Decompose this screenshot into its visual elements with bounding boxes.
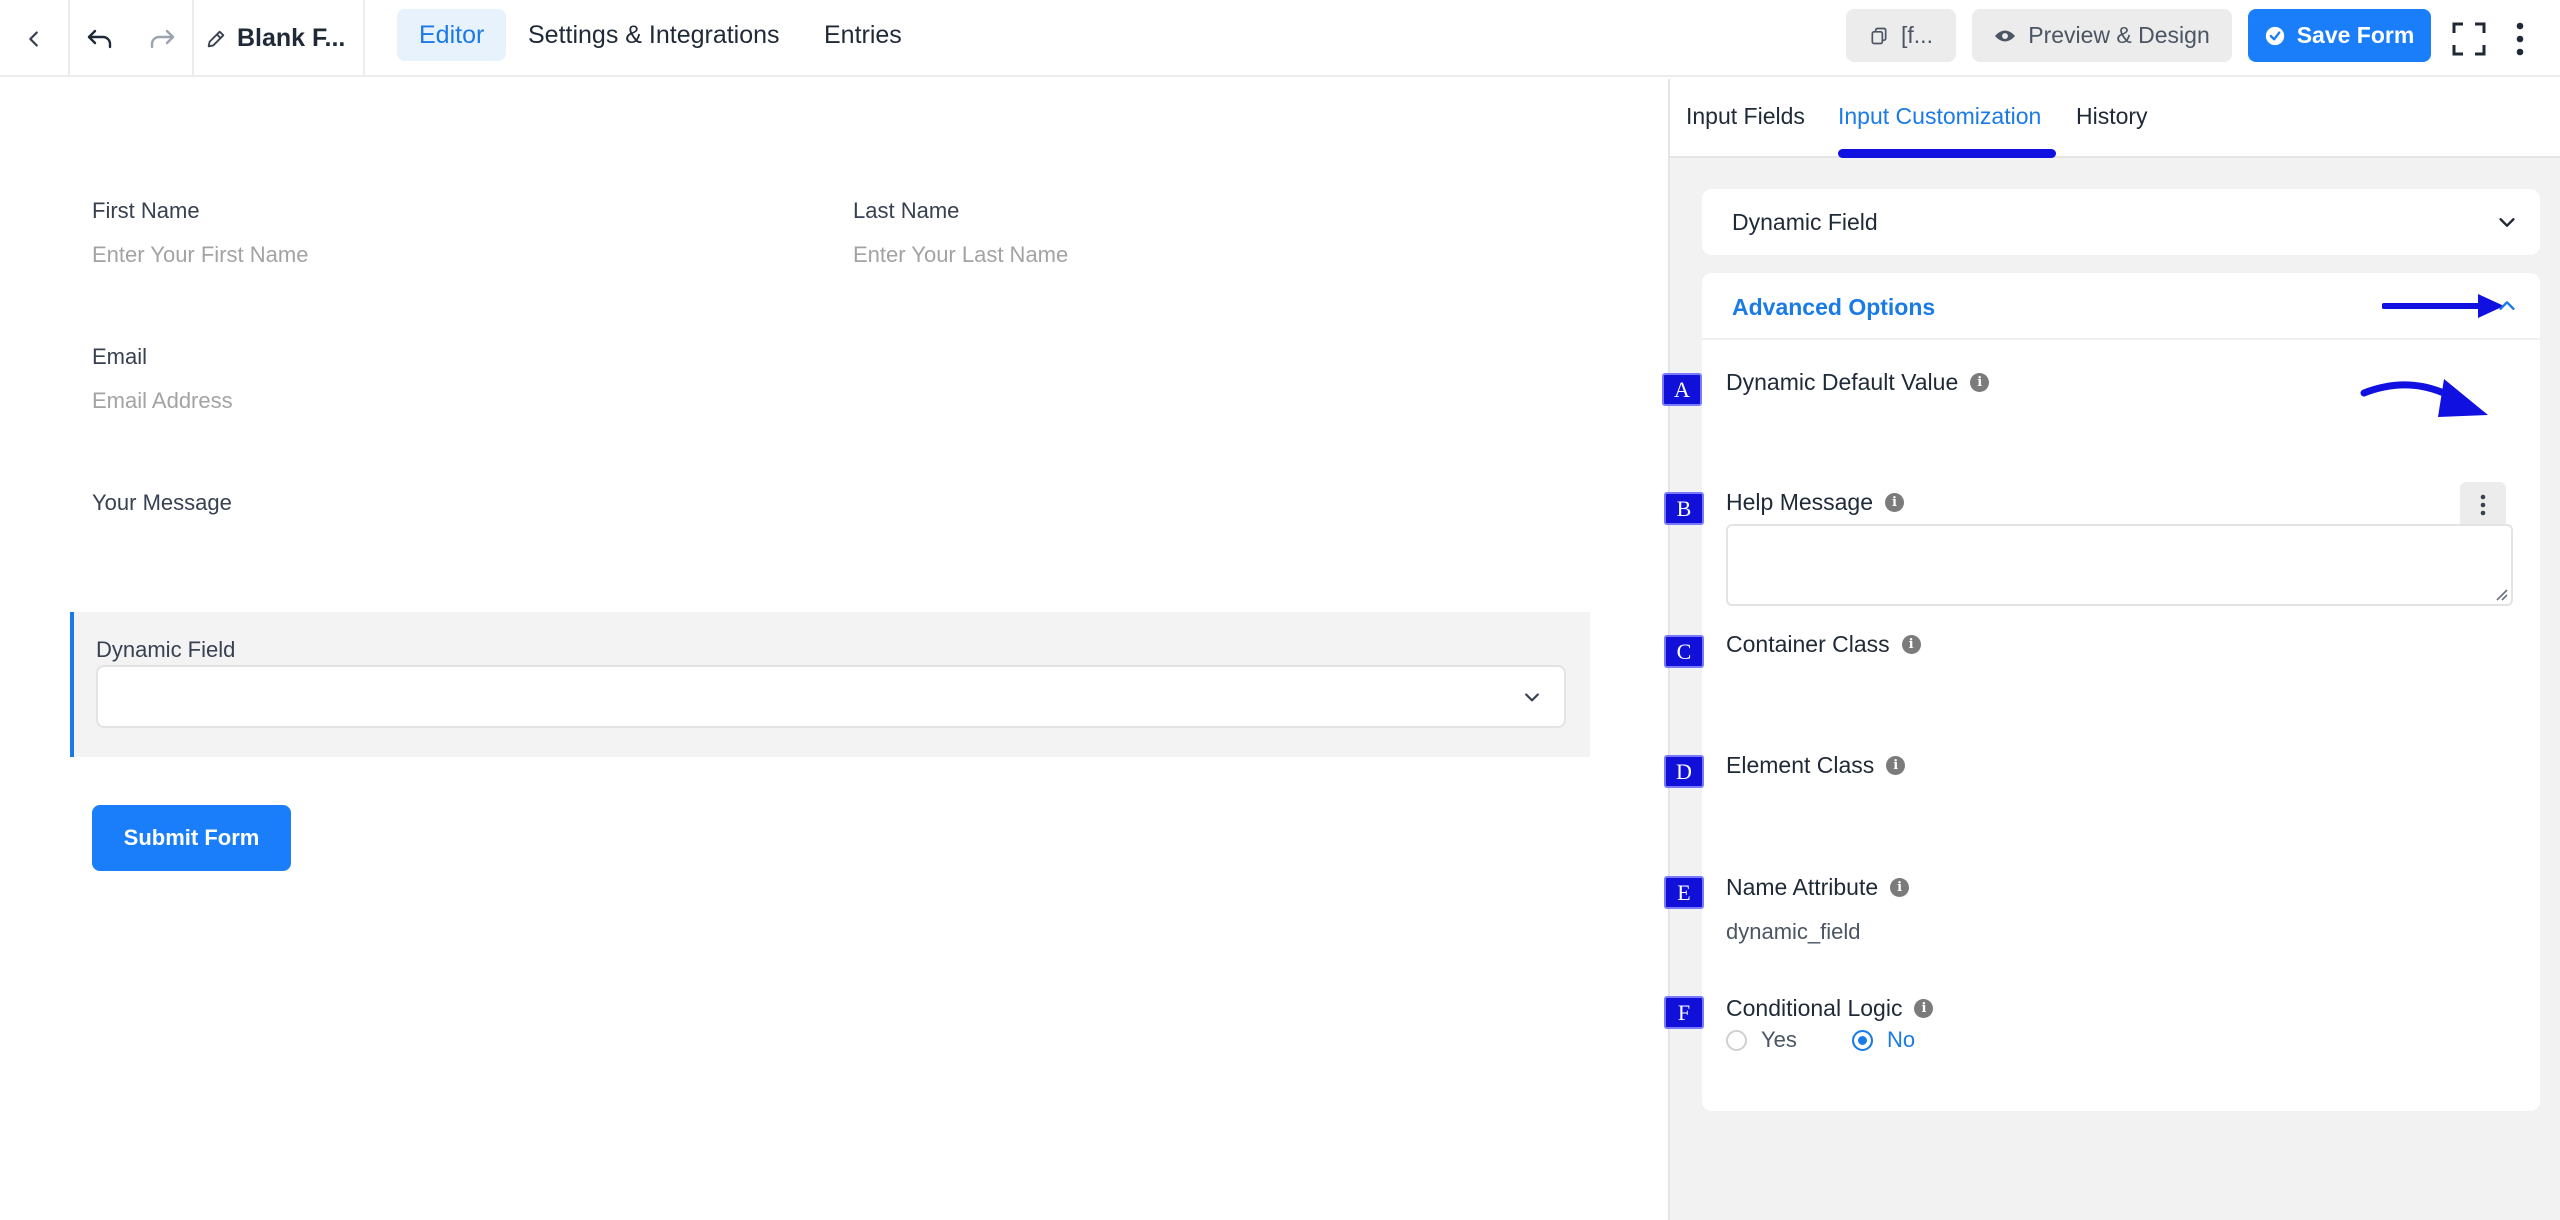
annotation-badge-c: C <box>1664 635 1704 668</box>
info-icon: i <box>1885 493 1905 512</box>
chevron-down-icon <box>2499 218 2515 227</box>
annotation-badge-d: D <box>1664 755 1704 788</box>
first-name-input[interactable]: Enter Your First Name <box>92 242 308 268</box>
conditional-logic-yes-radio[interactable]: Yes <box>1726 1027 1797 1053</box>
form-name-label: Blank F... <box>237 24 346 52</box>
preview-design-button[interactable]: Preview & Design <box>1972 9 2232 62</box>
redo-button[interactable] <box>132 0 192 77</box>
annotation-badge-f: F <box>1664 996 1704 1029</box>
more-options-button[interactable] <box>2500 0 2540 77</box>
email-label: Email <box>92 344 148 369</box>
chevron-down-icon <box>1525 693 1539 702</box>
name-attribute-input[interactable]: dynamic_field <box>1726 919 1861 945</box>
radio-circle <box>1726 1029 1747 1051</box>
dynamic-default-value-text: Dynamic Default Value <box>1726 369 1959 395</box>
submit-form-button[interactable]: Submit Form <box>92 805 291 871</box>
help-message-label: Help Message i <box>1726 489 1905 516</box>
advanced-options-header[interactable]: Advanced Options <box>1702 273 2540 340</box>
yes-label: Yes <box>1761 1027 1797 1052</box>
save-form-label: Save Form <box>2296 22 2415 48</box>
conditional-logic-text: Conditional Logic <box>1726 995 1903 1021</box>
help-message-textarea[interactable] <box>1726 524 2513 606</box>
last-name-label: Last Name <box>853 198 960 223</box>
dynamic-field-section-title: Dynamic Field <box>1732 209 1878 235</box>
undo-button[interactable] <box>70 0 130 77</box>
top-toolbar: Blank F... Editor Settings & Integration… <box>0 0 2560 77</box>
active-tab-underline <box>1838 149 2056 158</box>
pencil-icon <box>207 30 225 47</box>
undo-icon <box>87 29 112 48</box>
tab-editor-label: Editor <box>419 20 485 49</box>
fullscreen-button[interactable] <box>2446 0 2492 77</box>
kebab-menu-icon <box>2480 494 2486 516</box>
form-name[interactable]: Blank F... <box>205 0 345 77</box>
shortcode-label: [f... <box>1901 22 1933 48</box>
annotation-arrow-right <box>2382 294 2504 318</box>
container-class-text: Container Class <box>1726 631 1890 657</box>
dynamic-field-accordion[interactable]: Dynamic Field <box>1702 189 2540 255</box>
advanced-options-card: Advanced Options Dynamic Default Value i… <box>1702 273 2540 1111</box>
annotation-badge-b: B <box>1664 492 1704 525</box>
info-icon: i <box>1901 635 1921 654</box>
tab-input-fields[interactable]: Input Fields <box>1686 103 1805 130</box>
info-icon: i <box>1886 756 1906 775</box>
email-input[interactable]: Email Address <box>92 388 233 414</box>
preview-label: Preview & Design <box>2028 22 2210 48</box>
tab-input-customization[interactable]: Input Customization <box>1838 103 2041 130</box>
info-icon: i <box>1970 373 1990 392</box>
no-label: No <box>1887 1027 1916 1052</box>
conditional-logic-no-radio[interactable]: No <box>1852 1027 1915 1053</box>
save-form-button[interactable]: Save Form <box>2248 9 2431 62</box>
element-class-text: Element Class <box>1726 752 1875 778</box>
container-class-label: Container Class i <box>1726 631 1921 658</box>
element-class-label: Element Class i <box>1726 752 1906 779</box>
name-attribute-text: Name Attribute <box>1726 874 1879 900</box>
first-name-label: First Name <box>92 198 200 223</box>
tab-editor[interactable]: Editor <box>397 9 507 61</box>
message-label: Your Message <box>92 490 232 515</box>
advanced-options-title: Advanced Options <box>1732 294 1936 320</box>
customization-panel: Input Fields Input Customization History… <box>1662 79 2560 1220</box>
tab-history[interactable]: History <box>2076 103 2148 130</box>
back-button[interactable] <box>0 0 68 77</box>
dynamic-default-value-menu-button[interactable] <box>2460 482 2506 528</box>
last-name-input[interactable]: Enter Your Last Name <box>853 242 1068 268</box>
conditional-logic-label: Conditional Logic i <box>1726 995 1934 1022</box>
radio-circle-selected <box>1852 1029 1873 1051</box>
info-icon: i <box>1890 878 1910 897</box>
shortcode-button[interactable]: [f... <box>1846 9 1956 62</box>
dynamic-field-label: Dynamic Field <box>96 637 236 662</box>
name-attribute-label: Name Attribute i <box>1726 874 1910 901</box>
dynamic-field-select[interactable] <box>96 665 1566 728</box>
annotation-badge-a: A <box>1662 373 1702 406</box>
tab-settings-integrations[interactable]: Settings & Integrations <box>506 9 802 61</box>
panel-tabs: Input Fields Input Customization History <box>1670 79 2560 158</box>
tab-settings-label: Settings & Integrations <box>528 20 780 49</box>
resize-handle-icon[interactable] <box>2494 587 2508 601</box>
copy-icon <box>1871 27 1887 44</box>
tab-entries[interactable]: Entries <box>802 9 924 61</box>
chevron-left-icon <box>29 30 38 47</box>
redo-icon <box>150 29 175 48</box>
tab-entries-label: Entries <box>824 20 902 49</box>
kebab-menu-icon <box>2516 22 2524 55</box>
annotation-badge-e: E <box>1664 876 1704 909</box>
dynamic-default-value-label: Dynamic Default Value i <box>1726 369 1990 396</box>
annotation-arrow-curved <box>2360 379 2488 417</box>
fullscreen-icon <box>2452 22 2486 55</box>
info-icon: i <box>1914 999 1934 1018</box>
help-message-text: Help Message <box>1726 489 1874 515</box>
eye-icon <box>1995 30 2016 41</box>
chevron-up-icon <box>2499 301 2515 310</box>
check-circle-icon <box>2265 26 2284 45</box>
